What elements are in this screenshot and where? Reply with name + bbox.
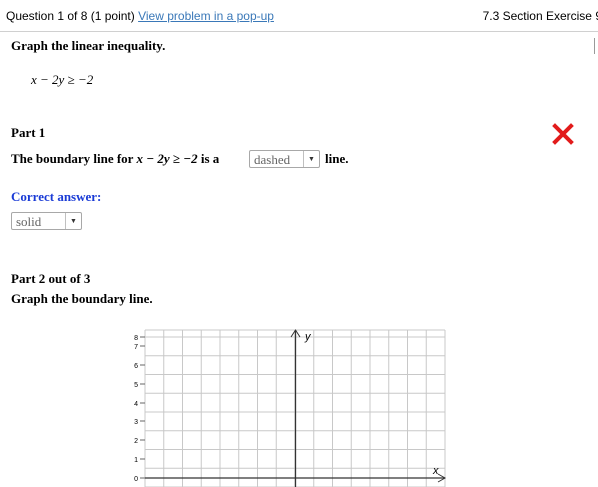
y-tick-label: 7 bbox=[134, 344, 138, 351]
y-tick-label: 8 bbox=[134, 335, 138, 342]
y-tick-label: 4 bbox=[134, 401, 138, 408]
y-tick-label: 1 bbox=[134, 457, 138, 464]
y-tick-label: 6 bbox=[134, 363, 138, 370]
y-tick-label: 3 bbox=[134, 419, 138, 426]
x-axis-label: x bbox=[432, 465, 439, 477]
y-axis-ticks: 8 7 6 5 4 3 2 1 0 bbox=[134, 335, 145, 483]
y-tick-label: 2 bbox=[134, 438, 138, 445]
y-tick-label: 0 bbox=[134, 476, 138, 483]
graph-grid bbox=[144, 329, 447, 487]
y-tick-label: 5 bbox=[134, 382, 138, 389]
coordinate-graph[interactable]: 876543210 y x bbox=[0, 0, 598, 487]
